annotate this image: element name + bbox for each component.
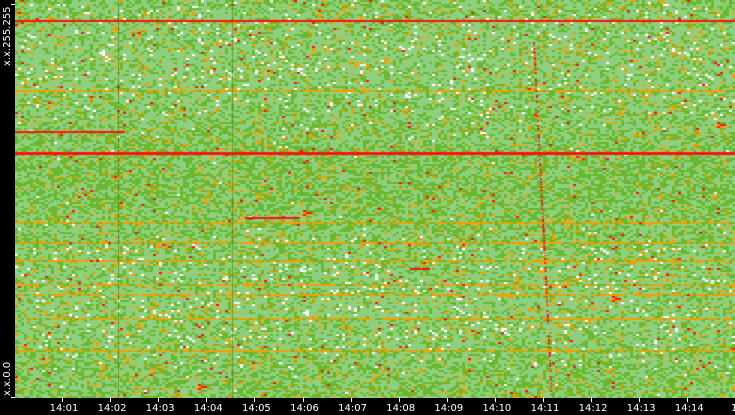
x-tick-label: 14:13	[626, 403, 656, 414]
x-tick-label: 14:04	[193, 403, 223, 414]
x-tick-label: 14:07	[338, 403, 368, 414]
x-tick	[302, 398, 304, 402]
x-tick	[254, 398, 256, 402]
x-tick	[591, 398, 593, 402]
x-tick-label: 14:05	[241, 403, 271, 414]
x-tick	[206, 398, 208, 402]
x-tick	[158, 398, 160, 402]
x-tick	[350, 398, 352, 402]
x-tick	[543, 398, 544, 402]
x-tick	[639, 398, 641, 402]
x-tick-label: 14:03	[145, 403, 175, 414]
x-tick	[446, 398, 448, 402]
x-tick-label: 14:14	[674, 403, 704, 414]
x-tick-label: 14:08	[386, 403, 416, 414]
x-tick-label: 14:11	[530, 403, 560, 414]
x-tick	[494, 398, 496, 402]
x-tick	[110, 398, 112, 402]
y-label-bottom: x.x.0.0	[2, 361, 13, 396]
x-tick-label: 14:09	[434, 403, 464, 414]
y-tick-bottom	[11, 397, 15, 398]
x-tick-label: 14:12	[578, 403, 608, 414]
x-tick	[398, 398, 400, 402]
x-tick-label: 14:02	[97, 403, 127, 414]
y-tick-top	[11, 4, 15, 5]
y-label-top: x.x.255.255	[2, 6, 13, 66]
x-tick	[62, 398, 63, 402]
x-tick-label: 14:01	[49, 403, 79, 414]
x-tick	[687, 398, 689, 402]
x-tick-label: 14:06	[290, 403, 319, 414]
heatmap-plot-area	[15, 0, 735, 398]
x-tick-label: 14:10	[482, 403, 512, 414]
heatmap-chart: x.x.255.255 x.x.0.0 14:01 14:02 14:03 14:04…	[0, 0, 735, 415]
x-tick-label: 14	[731, 403, 735, 414]
